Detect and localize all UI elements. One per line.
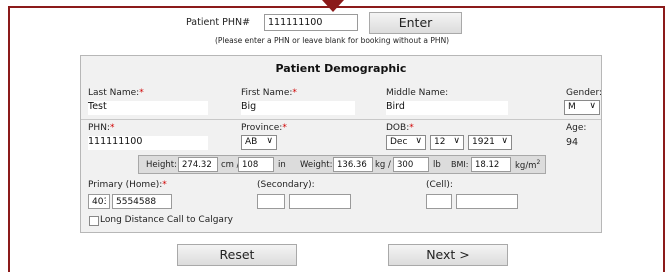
chevron-down-icon: ∨ [266, 136, 273, 146]
secondary-number-input[interactable] [289, 194, 351, 209]
divider [81, 119, 601, 120]
primary-area-code-input[interactable] [88, 194, 110, 209]
phn-lookup-label: Patient PHN# [186, 17, 251, 28]
gender-label: Gender: [566, 88, 603, 98]
age-label: Age: [566, 123, 587, 133]
province-value: AB [245, 137, 258, 147]
next-button[interactable]: Next > [388, 244, 508, 266]
cell-phone-label: (Cell): [426, 180, 453, 190]
last-name-field[interactable]: Test [88, 101, 208, 115]
chevron-down-icon: ∨ [501, 136, 508, 146]
secondary-area-code-input[interactable] [257, 194, 285, 209]
middle-name-field[interactable]: Bird [386, 101, 508, 115]
weight-kg-input[interactable] [333, 157, 373, 172]
cell-area-code-input[interactable] [426, 194, 452, 209]
panel-title: Patient Demographic [275, 62, 407, 75]
dob-month-select[interactable]: Dec ∨ [386, 135, 426, 150]
bmi-input [471, 157, 511, 172]
height-in-input[interactable] [238, 157, 274, 172]
gender-select[interactable]: M ∨ [564, 100, 600, 115]
dob-day-select[interactable]: 12 ∨ [430, 135, 464, 150]
in-unit: in [278, 160, 286, 170]
first-name-label: First Name:* [241, 88, 297, 98]
gender-value: M [568, 102, 576, 112]
reset-button[interactable]: Reset [177, 244, 297, 266]
chevron-down-icon: ∨ [589, 101, 596, 111]
province-label: Province:* [241, 123, 287, 133]
primary-number-input[interactable] [112, 194, 172, 209]
province-select[interactable]: AB ∨ [241, 135, 277, 150]
lb-unit: lb [433, 160, 441, 170]
phn-lookup-input[interactable] [264, 14, 358, 31]
kg-unit: kg / [375, 160, 391, 170]
dob-year-select[interactable]: 1921 ∨ [468, 135, 512, 150]
dob-label: DOB:* [386, 123, 414, 133]
primary-phone-label: Primary (Home):* [88, 180, 167, 190]
enter-button[interactable]: Enter [369, 12, 462, 34]
pointer-arrow-icon [322, 0, 344, 12]
weight-lb-input[interactable] [393, 157, 429, 172]
long-distance-checkbox[interactable] [89, 216, 99, 226]
dob-month-value: Dec [390, 137, 408, 147]
height-cm-input[interactable] [178, 157, 218, 172]
height-label: Height: [146, 160, 177, 170]
dob-year-value: 1921 [472, 137, 495, 147]
phn-field[interactable]: 111111100 [88, 136, 208, 150]
secondary-phone-label: (Secondary): [257, 180, 315, 190]
first-name-field[interactable]: Big [241, 101, 355, 115]
bmi-unit: kg/m2 [515, 159, 541, 171]
cm-unit: cm / [221, 160, 240, 170]
bmi-label: BMI: [451, 160, 469, 169]
long-distance-label: Long Distance Call to Calgary [100, 215, 233, 225]
phn-label: PHN:* [88, 123, 115, 133]
chevron-down-icon: ∨ [415, 136, 422, 146]
weight-label: Weight: [300, 160, 333, 170]
last-name-label: Last Name:* [88, 88, 144, 98]
phn-hint: (Please enter a PHN or leave blank for b… [215, 36, 450, 45]
cell-number-input[interactable] [456, 194, 518, 209]
middle-name-label: Middle Name: [386, 88, 449, 98]
dob-day-value: 12 [434, 137, 446, 147]
chevron-down-icon: ∨ [453, 136, 460, 146]
age-value: 94 [566, 137, 579, 148]
